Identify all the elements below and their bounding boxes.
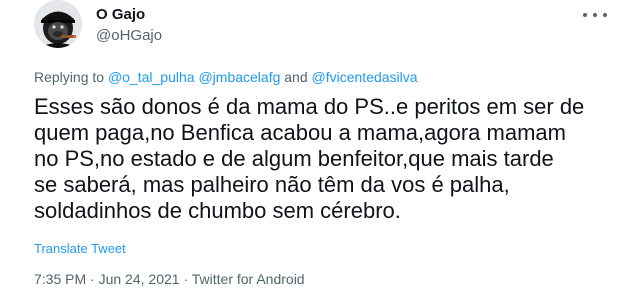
mention-link[interactable]: @fvicentedasilva [312,69,418,85]
dot [603,13,607,17]
tweet-text-line: no PS,no estado e de algum benfeitor,que… [34,146,554,171]
replying-joiner: and [284,69,308,85]
tweet-text-line: quem paga,no Benfica acabou a mama,agora… [34,120,566,145]
tweet-metadata: 7:35 PM · Jun 24, 2021 · Twitter for And… [34,271,305,287]
tweet-date[interactable]: Jun 24, 2021 [99,271,180,287]
replying-prefix: Replying to [34,69,105,85]
tweet-time[interactable]: 7:35 PM [34,271,86,287]
author-display-name[interactable]: O Gajo [96,6,145,23]
tweet-source[interactable]: Twitter for Android [192,271,305,287]
tweet: O Gajo @oHGajo Replying to @o_tal_pulha … [0,0,640,299]
more-options-icon[interactable] [583,8,607,22]
tweet-text: Esses são donos é da mama do PS..e perit… [34,94,634,224]
meta-separator: · [183,271,189,287]
mention-link[interactable]: @o_tal_pulha [108,69,195,85]
author-handle[interactable]: @oHGajo [96,27,162,44]
tweet-text-line: soldadinhos de chumbo sem cérebro. [34,198,401,223]
replying-to: Replying to @o_tal_pulha @jmbacelafg and… [34,69,418,85]
dot [583,13,587,17]
meta-separator: · [90,271,95,287]
translate-tweet-link[interactable]: Translate Tweet [34,241,126,256]
tweet-text-line: Esses são donos é da mama do PS..e perit… [34,94,585,119]
mention-link[interactable]: @jmbacelafg [198,69,280,85]
gorilla-avatar-icon [34,0,82,48]
tweet-text-line: se saberá, mas palheiro não têm da vos é… [34,172,510,197]
author-avatar[interactable] [34,0,82,48]
dot [593,13,597,17]
